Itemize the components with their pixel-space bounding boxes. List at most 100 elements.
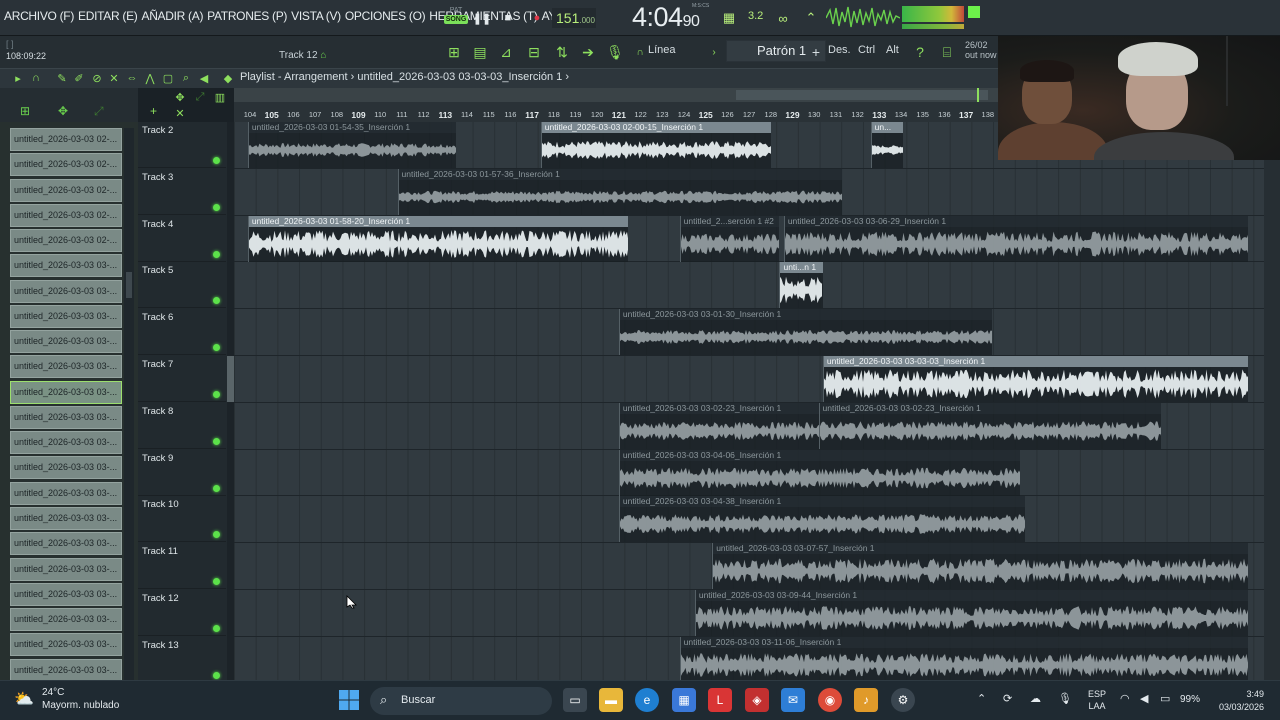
wifi-icon[interactable]: ◠ — [1120, 692, 1130, 705]
mute-icon[interactable]: ✕ — [106, 71, 122, 85]
zoom-icon[interactable]: ⌕ — [178, 71, 194, 85]
track-mute-led[interactable] — [213, 671, 220, 679]
track-mute-led[interactable] — [213, 625, 220, 632]
play-button[interactable]: ❚❚ — [472, 8, 492, 28]
browser-file-item[interactable]: untitled_2026-03-03 03-... — [10, 481, 122, 505]
opera-icon[interactable]: L — [708, 688, 732, 712]
browser-file-item[interactable]: untitled_2026-03-03 03-... — [10, 582, 122, 606]
browser-scroll-thumb[interactable] — [126, 272, 132, 298]
record-button[interactable]: ● — [527, 8, 547, 28]
track-mute-led[interactable] — [213, 437, 220, 445]
browser-file-item[interactable]: untitled_2026-03-03 03-... — [10, 254, 122, 278]
add-pattern-icon[interactable]: + — [806, 42, 826, 62]
track-mute-led[interactable] — [213, 203, 220, 211]
mic-tray-icon[interactable]: 🎙 — [1058, 692, 1072, 705]
slice-icon[interactable]: ⋀ — [142, 71, 158, 85]
task-view-icon[interactable]: ▭ — [563, 688, 587, 712]
menu-add[interactable]: AÑADIR (A) — [141, 9, 203, 23]
steam-icon[interactable]: ⚙ — [891, 688, 915, 712]
audio-clip[interactable]: untitled_2026-03-03 03-07-57_Inserción 1 — [712, 543, 1249, 590]
browser-file-item[interactable]: untitled_2026-03-03 03-... — [10, 431, 122, 455]
close-icon[interactable]: ✕ — [172, 106, 188, 120]
volume-icon[interactable]: ◀ — [1140, 692, 1148, 705]
audio-clip[interactable]: untitled_2026-03-03 03-01-30_Inserción 1 — [618, 309, 993, 356]
plugin-picker-icon[interactable]: ⇅ — [552, 42, 572, 62]
menu-options[interactable]: OPCIONES (O) — [345, 9, 426, 23]
track-header[interactable]: Track 4 — [138, 216, 226, 262]
audio-clip[interactable]: untitled_2026-03-03 01-54-35_Inserción 1 — [247, 122, 457, 168]
paint-icon[interactable]: ✐ — [71, 71, 87, 85]
browser-file-item[interactable]: untitled_2026-03-03 03-... — [10, 330, 122, 354]
arrow-right-icon[interactable]: ➔ — [578, 42, 598, 62]
scroll-icon[interactable]: ✥ — [172, 90, 188, 104]
track-mute-led[interactable] — [213, 391, 220, 398]
audio-clip[interactable]: untitled_2026-03-03 03-03-03_Inserción 1 — [822, 356, 1249, 402]
audio-clip[interactable]: untitled_2026-03-03 01-58-20_Inserción 1 — [247, 215, 628, 262]
browser-file-item[interactable]: untitled_2026-03-03 03-... — [10, 557, 122, 581]
mail-icon[interactable]: ✉ — [781, 688, 805, 712]
song-time-display[interactable]: 4:0490 — [632, 2, 700, 33]
audio-clip[interactable]: untitled_2026-03-03 03-02-23_Inserción 1 — [818, 402, 1162, 449]
track-mute-led[interactable] — [213, 531, 220, 539]
pencil-icon[interactable]: ✎ — [54, 71, 70, 85]
browser-file-item[interactable]: untitled_2026-03-03 03-... — [10, 304, 122, 328]
browser-all-icon[interactable]: ✥ — [58, 104, 68, 118]
track-mute-led[interactable] — [213, 250, 220, 258]
browser-file-item[interactable]: untitled_2026-03-03 03-... — [10, 279, 122, 303]
clock-widget[interactable]: 3:49 03/03/2026 — [1212, 688, 1264, 714]
microphone-icon[interactable]: 🎙 — [605, 42, 625, 62]
audio-clip[interactable]: untitled_2026-03-03 02-00-15_Inserción 1 — [540, 122, 771, 168]
audio-clip[interactable]: un... — [870, 122, 904, 168]
track-header[interactable]: Track 5 — [138, 262, 226, 309]
playhead-marker[interactable] — [977, 88, 979, 102]
track-mute-led[interactable] — [213, 344, 220, 352]
playlist-vertical-scrollbar[interactable] — [1264, 122, 1280, 680]
menu-file[interactable]: ARCHIVO (F) — [4, 9, 74, 23]
resize-icon[interactable]: ⤢ — [192, 90, 208, 104]
slip-icon[interactable]: ⇔ — [124, 71, 140, 85]
pat-song-toggle[interactable]: PAT SONG — [444, 6, 468, 30]
piano-roll-icon[interactable]: ⊿ — [496, 42, 516, 62]
audio-clip[interactable]: untitled_2...serción 1 #2 — [679, 215, 780, 262]
browser-file-item[interactable]: untitled_2026-03-03 03-... — [10, 658, 122, 682]
browser-file-item[interactable]: untitled_2026-03-03 03-... — [10, 405, 122, 429]
delete-icon[interactable]: ⊘ — [89, 71, 105, 85]
hotkey-alt[interactable]: Alt — [886, 44, 899, 56]
playlist-icon[interactable]: ⊞ — [444, 42, 464, 62]
sync-icon[interactable]: ⟳ — [1003, 692, 1012, 705]
news-panel[interactable]: 26/02 out now — [965, 40, 997, 60]
shop-icon[interactable]: ⌸ — [937, 42, 957, 62]
track-header[interactable]: Track 8 — [138, 403, 226, 449]
channel-rack-icon[interactable]: ▤ — [470, 42, 490, 62]
browser-file-item[interactable]: untitled_2026-03-03 02-... — [10, 178, 122, 202]
select-icon[interactable]: ▢ — [160, 71, 176, 85]
chevron-right-icon[interactable]: › — [704, 42, 724, 62]
track-header[interactable]: Track 7 — [138, 356, 226, 402]
track-header[interactable]: Track 12 — [138, 590, 226, 636]
browser-scrollbar[interactable] — [124, 128, 134, 680]
browser-file-item[interactable]: untitled_2026-03-03 03-... — [10, 532, 122, 556]
track-header[interactable]: Track 2 — [138, 122, 226, 168]
audio-clip[interactable]: untitled_2026-03-03 03-04-06_Inserción 1 — [618, 449, 1021, 496]
track-header[interactable]: Track 10 — [138, 496, 226, 543]
mixer-icon[interactable]: ⊟ — [524, 42, 544, 62]
graph-icon[interactable]: ⌃ — [800, 7, 822, 29]
browser-file-item[interactable]: untitled_2026-03-03 02-... — [10, 128, 122, 151]
audio-clip[interactable]: untitled_2026-03-03 03-06-29_Inserción 1 — [783, 215, 1249, 262]
track-header[interactable]: Track 9 — [138, 450, 226, 496]
menu-edit[interactable]: EDITAR (E) — [78, 9, 138, 23]
chevron-up-icon[interactable]: ⌃ — [977, 692, 986, 705]
browser-file-item[interactable]: untitled_2026-03-03 02-... — [10, 153, 122, 177]
battery-icon[interactable]: ▭ — [1160, 692, 1170, 705]
hotkey-ctrl[interactable]: Ctrl — [858, 44, 875, 56]
file-explorer-icon[interactable]: ▬ — [599, 688, 623, 712]
windows-start-icon[interactable] — [338, 689, 360, 711]
track-mute-led[interactable] — [213, 157, 220, 164]
browser-file-item[interactable]: untitled_2026-03-03 03-... — [10, 355, 122, 379]
grid-icon[interactable]: ▥ — [212, 90, 228, 104]
hotkey-des[interactable]: Des. — [828, 44, 851, 56]
edge-icon[interactable]: e — [635, 688, 659, 712]
play-arrow-icon[interactable]: ▸ — [10, 71, 26, 85]
track-header[interactable]: Track 13 — [138, 637, 226, 683]
audio-clip[interactable]: untitled_2026-03-03 03-04-38_Inserción 1 — [618, 496, 1025, 543]
